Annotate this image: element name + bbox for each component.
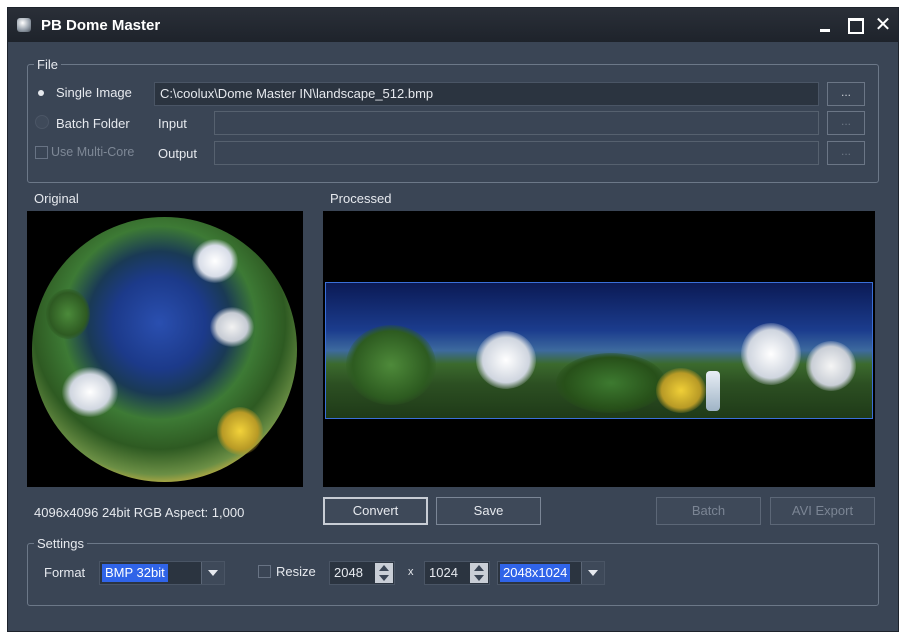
- original-image-view: [27, 211, 303, 487]
- resize-label[interactable]: Resize: [276, 564, 316, 579]
- single-image-path-field[interactable]: C:\coolux\Dome Master IN\landscape_512.b…: [154, 82, 819, 106]
- flowering-tree-shape: [62, 367, 118, 417]
- yellow-bush-shape: [217, 407, 263, 455]
- width-value: 2048: [334, 565, 363, 580]
- batch-folder-radio[interactable]: [35, 115, 49, 129]
- yellow-bush-shape: [656, 368, 706, 413]
- chevron-down-icon[interactable]: [581, 562, 604, 584]
- height-value: 1024: [429, 565, 458, 580]
- input-label: Input: [158, 116, 187, 131]
- batch-button[interactable]: Batch: [656, 497, 761, 525]
- format-selected-value: BMP 32bit: [102, 564, 168, 582]
- chevron-down-icon[interactable]: [201, 562, 224, 584]
- input-browse-button[interactable]: ...: [827, 111, 865, 135]
- processed-image-view: [323, 211, 875, 487]
- image-info-text: 4096x4096 24bit RGB Aspect: 1,000: [34, 505, 245, 520]
- height-stepper[interactable]: 1024: [424, 561, 490, 585]
- close-icon: ✕: [874, 14, 892, 36]
- dome-fisheye-image: [32, 217, 297, 482]
- resize-checkbox[interactable]: [258, 565, 271, 578]
- width-spin-arrows-icon[interactable]: [375, 563, 393, 583]
- single-image-radio[interactable]: [38, 90, 44, 96]
- output-label: Output: [158, 146, 198, 161]
- panorama-image: [325, 282, 873, 419]
- single-image-label[interactable]: Single Image: [56, 85, 132, 100]
- output-browse-button[interactable]: ...: [827, 141, 865, 165]
- single-image-browse-button[interactable]: ...: [827, 82, 865, 106]
- green-tree-shape: [556, 353, 666, 413]
- minimize-button[interactable]: [814, 15, 836, 35]
- title-bar[interactable]: PB Dome Master ✕: [8, 8, 898, 42]
- preset-selected-value: 2048x1024: [500, 564, 571, 582]
- window-title: PB Dome Master: [41, 17, 161, 34]
- minimize-icon: [820, 29, 830, 32]
- output-folder-field[interactable]: [214, 141, 819, 165]
- format-label: Format: [44, 565, 86, 580]
- maximize-icon: [848, 18, 864, 34]
- height-spin-arrows-icon[interactable]: [470, 563, 488, 583]
- processed-label: Processed: [330, 191, 392, 206]
- convert-button[interactable]: Convert: [323, 497, 428, 525]
- format-dropdown[interactable]: BMP 32bit: [99, 561, 225, 585]
- file-legend: File: [37, 57, 58, 72]
- green-tree-shape: [46, 289, 90, 339]
- settings-legend: Settings: [37, 536, 84, 551]
- width-stepper[interactable]: 2048: [329, 561, 395, 585]
- flowering-tree-shape: [741, 323, 801, 385]
- flowering-tree-shape: [210, 307, 254, 347]
- waterfall-shape: [706, 371, 720, 411]
- green-tree-shape: [346, 325, 436, 405]
- flowering-tree-shape: [476, 331, 536, 389]
- multicore-label[interactable]: Use Multi-Core: [51, 145, 134, 159]
- batch-folder-label[interactable]: Batch Folder: [56, 116, 130, 131]
- original-label: Original: [34, 191, 79, 206]
- app-window: PB Dome Master ✕ File Single Image C:\co…: [7, 7, 899, 632]
- avi-export-button[interactable]: AVI Export: [770, 497, 875, 525]
- close-button[interactable]: ✕: [872, 15, 894, 35]
- resolution-preset-dropdown[interactable]: 2048x1024: [497, 561, 605, 585]
- flowering-tree-shape: [192, 239, 238, 283]
- flowering-tree-shape: [806, 341, 856, 391]
- save-button[interactable]: Save: [436, 497, 541, 525]
- input-folder-field[interactable]: [214, 111, 819, 135]
- multicore-checkbox[interactable]: [35, 146, 48, 159]
- times-label: x: [408, 566, 414, 578]
- maximize-button[interactable]: [844, 15, 866, 35]
- app-icon: [17, 18, 31, 32]
